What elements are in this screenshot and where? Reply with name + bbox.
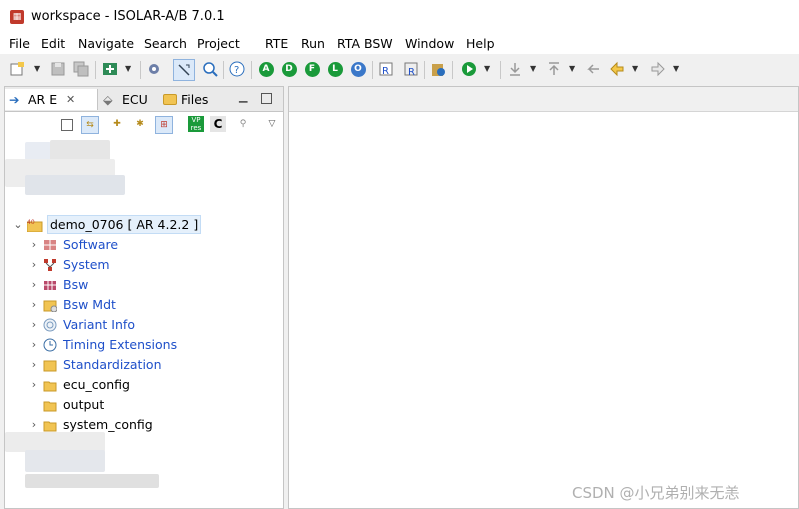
menu-edit[interactable]: Edit <box>41 36 65 51</box>
tab-ar-explorer[interactable]: ➔ AR E ✕ <box>5 89 98 110</box>
bsw-mdt-folder-icon <box>43 298 58 313</box>
chevron-right-icon[interactable]: › <box>29 335 39 355</box>
clock-icon <box>43 338 57 352</box>
rte-report-icon[interactable]: R <box>378 61 394 77</box>
add-package-icon[interactable]: ✱ <box>132 116 148 132</box>
run-f-icon[interactable]: F <box>304 61 320 77</box>
chevron-down-icon[interactable]: ⌄ <box>13 215 23 235</box>
menu-project[interactable]: Project <box>197 36 240 51</box>
forward-arrow-icon[interactable] <box>650 61 666 77</box>
open-folder-icon <box>43 398 57 412</box>
main-toolbar: ▼ ▼ ? A D F L O R R ▼ ▼ ▼ ▼ ▼ <box>0 56 799 84</box>
chevron-right-icon[interactable]: › <box>29 235 39 255</box>
c-icon[interactable]: C <box>210 116 226 132</box>
menu-help[interactable]: Help <box>466 36 495 51</box>
bsw-icon <box>43 278 57 292</box>
window-title: workspace - ISOLAR-A/B 7.0.1 <box>31 9 225 24</box>
ecu-icon: ⬙ <box>103 92 113 107</box>
menu-file[interactable]: File <box>9 36 30 51</box>
minimize-icon[interactable]: ▁ <box>239 90 247 103</box>
editor-area <box>288 86 799 509</box>
link-with-editor-icon[interactable]: ⇆ <box>81 116 99 134</box>
ar-explorer-panel: ➔ AR E ✕ ⬙ ECU Files ▁ ⇆ ✚ ✱ ⊞ VP res C ⚲… <box>4 86 284 509</box>
download-icon[interactable] <box>507 61 523 77</box>
tree-project[interactable]: ⌄ 40 demo_0706 [ AR 4.2.2 ] <box>13 215 202 235</box>
folder-icon <box>163 94 177 105</box>
clipboard-icon[interactable] <box>430 61 446 77</box>
chevron-right-icon[interactable]: › <box>29 315 39 335</box>
menu-search[interactable]: Search <box>144 36 187 51</box>
run-o-icon[interactable]: O <box>350 61 366 77</box>
system-icon <box>43 258 57 272</box>
run-l-icon[interactable]: L <box>327 61 343 77</box>
title-bar: ▦ workspace - ISOLAR-A/B 7.0.1 <box>0 0 799 32</box>
forward-dropdown-icon[interactable]: ▼ <box>673 64 679 73</box>
ar-project-icon: 40 <box>26 218 43 233</box>
new-dropdown-icon[interactable]: ▼ <box>34 64 40 73</box>
menu-rte[interactable]: RTE <box>265 36 288 51</box>
upload-icon[interactable] <box>546 61 562 77</box>
download-dropdown-icon[interactable]: ▼ <box>530 64 536 73</box>
open-folder-icon <box>43 378 57 392</box>
play-dropdown-icon[interactable]: ▼ <box>484 64 490 73</box>
svg-text:40: 40 <box>27 219 35 226</box>
collapse-all-icon[interactable] <box>61 119 73 131</box>
menu-rta-bsw[interactable]: RTA BSW <box>337 36 393 51</box>
menu-navigate[interactable]: Navigate <box>78 36 134 51</box>
settings-icon[interactable] <box>146 61 162 77</box>
help-icon[interactable]: ? <box>229 61 245 77</box>
build-icon[interactable] <box>102 61 118 77</box>
upload-dropdown-icon[interactable]: ▼ <box>569 64 575 73</box>
play-icon[interactable] <box>461 61 477 77</box>
zoom-icon[interactable] <box>202 61 218 77</box>
software-icon <box>43 238 57 252</box>
back-arrow-icon[interactable] <box>609 61 625 77</box>
svg-text:R: R <box>382 66 389 77</box>
back-dropdown-icon[interactable]: ▼ <box>632 64 638 73</box>
new-icon[interactable] <box>9 61 25 77</box>
close-tab-icon[interactable]: ✕ <box>66 89 75 110</box>
view-tabstrip: ➔ AR E ✕ ⬙ ECU Files ▁ <box>5 87 283 112</box>
filter-icon[interactable]: ⊞ <box>155 116 173 134</box>
svg-text:R: R <box>408 67 415 77</box>
save-icon[interactable] <box>50 61 66 77</box>
explorer-toolbar: ⇆ ✚ ✱ ⊞ VP res C ⚲ ▽ <box>5 112 283 136</box>
open-folder-icon <box>43 418 57 432</box>
save-all-icon[interactable] <box>73 61 89 77</box>
menu-bar: File Edit Navigate Search Project RTE Ru… <box>0 32 799 54</box>
run-a-icon[interactable]: A <box>258 61 274 77</box>
vp-res-icon[interactable]: VP res <box>188 116 204 132</box>
menu-window[interactable]: Window <box>405 36 454 51</box>
view-menu-icon[interactable]: ▽ <box>264 116 280 132</box>
link-icon[interactable] <box>173 59 195 81</box>
standardization-folder-icon <box>43 358 57 372</box>
chevron-right-icon[interactable]: › <box>29 375 39 395</box>
isolar-app-icon: ▦ <box>10 10 24 24</box>
variant-info-icon <box>43 318 57 332</box>
chevron-right-icon[interactable]: › <box>29 355 39 375</box>
menu-run[interactable]: Run <box>301 36 325 51</box>
editor-header <box>289 87 798 112</box>
wand-icon[interactable]: ⚲ <box>235 116 251 132</box>
arrow-right-icon: ➔ <box>9 92 20 107</box>
chevron-right-icon[interactable]: › <box>29 275 39 295</box>
build-dropdown-icon[interactable]: ▼ <box>125 64 131 73</box>
run-d-icon[interactable]: D <box>281 61 297 77</box>
add-element-icon[interactable]: ✚ <box>109 116 125 132</box>
maximize-icon[interactable] <box>261 93 272 104</box>
svg-text:?: ? <box>234 65 239 76</box>
last-edit-icon[interactable] <box>585 61 601 77</box>
chevron-right-icon[interactable]: › <box>29 295 39 315</box>
chevron-right-icon[interactable]: › <box>29 255 39 275</box>
watermark: CSDN @小兄弟别来无恙 <box>572 484 740 502</box>
report-icon[interactable]: R <box>403 61 419 77</box>
